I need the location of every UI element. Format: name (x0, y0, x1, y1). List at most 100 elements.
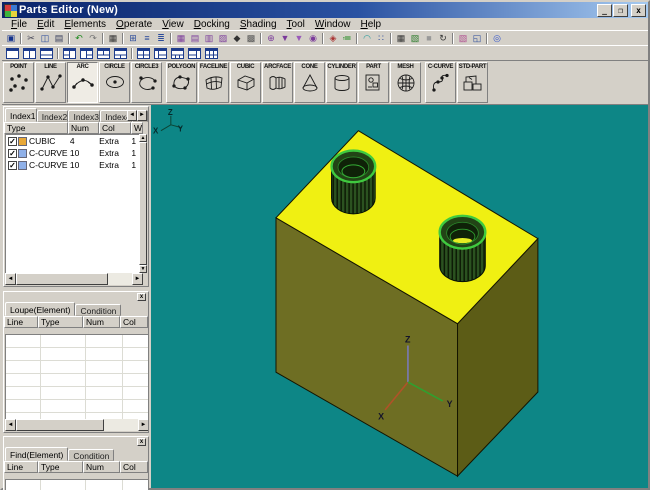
index-table[interactable]: ✓CUBIC4Extra1✓C-CURVE10Extra1✓C-CURVE10E… (5, 134, 143, 273)
menu-item-elements[interactable]: Elements (59, 19, 111, 30)
scroll-thumb[interactable] (16, 273, 108, 285)
visibility-checkbox[interactable]: ✓ (8, 137, 17, 146)
tool-button-arc[interactable]: ARC (67, 62, 98, 103)
index-vertical-scrollbar[interactable]: ▲ ▼ (139, 134, 147, 273)
toolbar-button-drop-b[interactable]: ▼ (292, 32, 306, 45)
menu-item-shading[interactable]: Shading (235, 19, 282, 30)
toolbar-button-grid-d[interactable]: ▨ (216, 32, 230, 45)
close-panel-icon[interactable]: x (137, 293, 146, 301)
tool-button-mesh[interactable]: MESH (390, 62, 421, 103)
toolbar-button-target[interactable]: ⊕ (264, 32, 278, 45)
menu-item-window[interactable]: Window (310, 19, 356, 30)
menu-item-tool[interactable]: Tool (282, 19, 310, 30)
toolbar-button-image-add[interactable]: ▧ (456, 32, 470, 45)
toolbar-button-layers[interactable]: ◱ (470, 32, 484, 45)
toolbar-button-window-vsplit[interactable] (21, 46, 38, 60)
toolbar-button-image[interactable]: ▧ (408, 32, 422, 45)
toolbar-button-rotate[interactable]: ↻ (436, 32, 450, 45)
toolbar-button-grid-c[interactable]: ▥ (202, 32, 216, 45)
menu-item-operate[interactable]: Operate (111, 19, 157, 30)
toolbar-button-grid-b[interactable]: ▤ (188, 32, 202, 45)
tool-button-cubic[interactable]: CUBIC (230, 62, 261, 103)
close-panel-icon[interactable]: x (137, 438, 146, 446)
column-header-col[interactable]: Col (120, 461, 148, 473)
tool-button-part[interactable]: PART (358, 62, 389, 103)
toolbar-button-save[interactable]: ▣ (4, 32, 18, 45)
menu-item-file[interactable]: File (6, 19, 32, 30)
toolbar-button-window-single[interactable] (4, 46, 21, 60)
visibility-checkbox[interactable]: ✓ (8, 149, 17, 158)
menu-item-docking[interactable]: Docking (189, 19, 235, 30)
scroll-right-icon[interactable]: ► (138, 419, 149, 431)
toolbar-button-checker[interactable]: ▩ (244, 32, 258, 45)
scroll-thumb[interactable] (16, 419, 104, 431)
tab-scroll-left-button[interactable]: ◄ (127, 110, 137, 121)
restore-button[interactable]: ❐ (613, 4, 628, 17)
viewport-3d[interactable]: Z X Y (151, 105, 648, 488)
toolbar-button-print[interactable]: ▦ (106, 32, 120, 45)
toolbar-button-arc-snap[interactable]: ◠ (360, 32, 374, 45)
toolbar-button-grid-a[interactable]: ▦ (174, 32, 188, 45)
tab-loupe-condition[interactable]: Condition (75, 304, 121, 316)
tool-button-point[interactable]: POINT (3, 62, 34, 103)
toolbar-button-window-quad-tr[interactable] (95, 46, 112, 60)
column-header-line[interactable]: Line (4, 316, 38, 328)
toolbar-button-redo[interactable]: ↷ (86, 32, 100, 45)
table-row[interactable]: ✓CUBIC4Extra1 (6, 135, 143, 147)
menu-item-help[interactable]: Help (356, 19, 387, 30)
scroll-thumb[interactable] (139, 142, 147, 265)
toolbar-button-window-combo-bottom[interactable] (169, 46, 186, 60)
column-header-type[interactable]: Type (38, 316, 83, 328)
toolbar-button-window-quad-tl[interactable] (61, 46, 78, 60)
tool-button-circle3[interactable]: CIRCLE3 (131, 62, 162, 103)
close-button[interactable]: x (631, 4, 646, 17)
toolbar-button-table[interactable]: ▦ (394, 32, 408, 45)
index-horizontal-scrollbar[interactable]: ◄ ► (5, 273, 143, 285)
toolbar-button-undo[interactable]: ↶ (72, 32, 86, 45)
scroll-left-icon[interactable]: ◄ (5, 273, 16, 285)
column-header-num[interactable]: Num (68, 122, 99, 134)
column-header-col[interactable]: Col (99, 122, 131, 134)
toolbar-button-shield[interactable]: ◈ (326, 32, 340, 45)
tab-index-index1[interactable]: Index1 (5, 108, 37, 122)
table-row[interactable]: ✓C-CURVE10Extra1 (6, 147, 143, 159)
tool-button-faceline[interactable]: FACELINE (198, 62, 229, 103)
tool-button-circle[interactable]: CIRCLE (99, 62, 130, 103)
toolbar-button-copy[interactable]: ◫ (38, 32, 52, 45)
toolbar-button-globe[interactable]: ◎ (490, 32, 504, 45)
tool-button-cone[interactable]: CONE (294, 62, 325, 103)
find-table[interactable] (5, 479, 149, 490)
toolbar-button-list[interactable]: ≡ (140, 32, 154, 45)
tool-button-std-part[interactable]: STD-PART (457, 62, 488, 103)
scroll-right-icon[interactable]: ► (132, 273, 143, 285)
scroll-down-icon[interactable]: ▼ (139, 265, 147, 273)
toolbar-button-window-combo-right[interactable] (186, 46, 203, 60)
toolbar-button-window-combo-left[interactable] (152, 46, 169, 60)
toolbar-button-list-indent[interactable]: ≣ (154, 32, 168, 45)
toolbar-button-scope[interactable]: ◉ (306, 32, 320, 45)
visibility-checkbox[interactable]: ✓ (8, 161, 17, 170)
column-header-type[interactable]: Type (4, 122, 68, 134)
toolbar-button-window-quad-bl[interactable] (78, 46, 95, 60)
toolbar-button-window-grid[interactable] (135, 46, 152, 60)
minimize-button[interactable]: _ (597, 4, 612, 17)
column-header-num[interactable]: Num (83, 461, 120, 473)
toolbar-button-window-combo-grid[interactable] (203, 46, 220, 60)
toolbar-button-blank[interactable]: ■ (422, 32, 436, 45)
column-header-col[interactable]: Col (120, 316, 148, 328)
toolbar-button-window-hsplit[interactable] (38, 46, 55, 60)
table-row[interactable]: ✓C-CURVE10Extra1 (6, 159, 143, 171)
tab-index-index2[interactable]: Index2 (37, 110, 69, 122)
toolbar-button-drop-a[interactable]: ▼ (278, 32, 292, 45)
scroll-up-icon[interactable]: ▲ (139, 134, 147, 142)
toolbar-button-window-quad-br[interactable] (112, 46, 129, 60)
scroll-left-icon[interactable]: ◄ (5, 419, 16, 431)
tab-index-index3[interactable]: Index3 (68, 110, 100, 122)
tool-button-polygon[interactable]: POLYGON (166, 62, 197, 103)
column-header-wi[interactable]: Wi (131, 122, 143, 134)
column-header-type[interactable]: Type (38, 461, 83, 473)
tab-find-condition[interactable]: Condition (68, 449, 114, 461)
tool-button-cylinder[interactable]: CYLINDER (326, 62, 357, 103)
tab-find-findelement[interactable]: Find(Element) (5, 447, 68, 461)
loupe-table[interactable] (5, 334, 149, 419)
